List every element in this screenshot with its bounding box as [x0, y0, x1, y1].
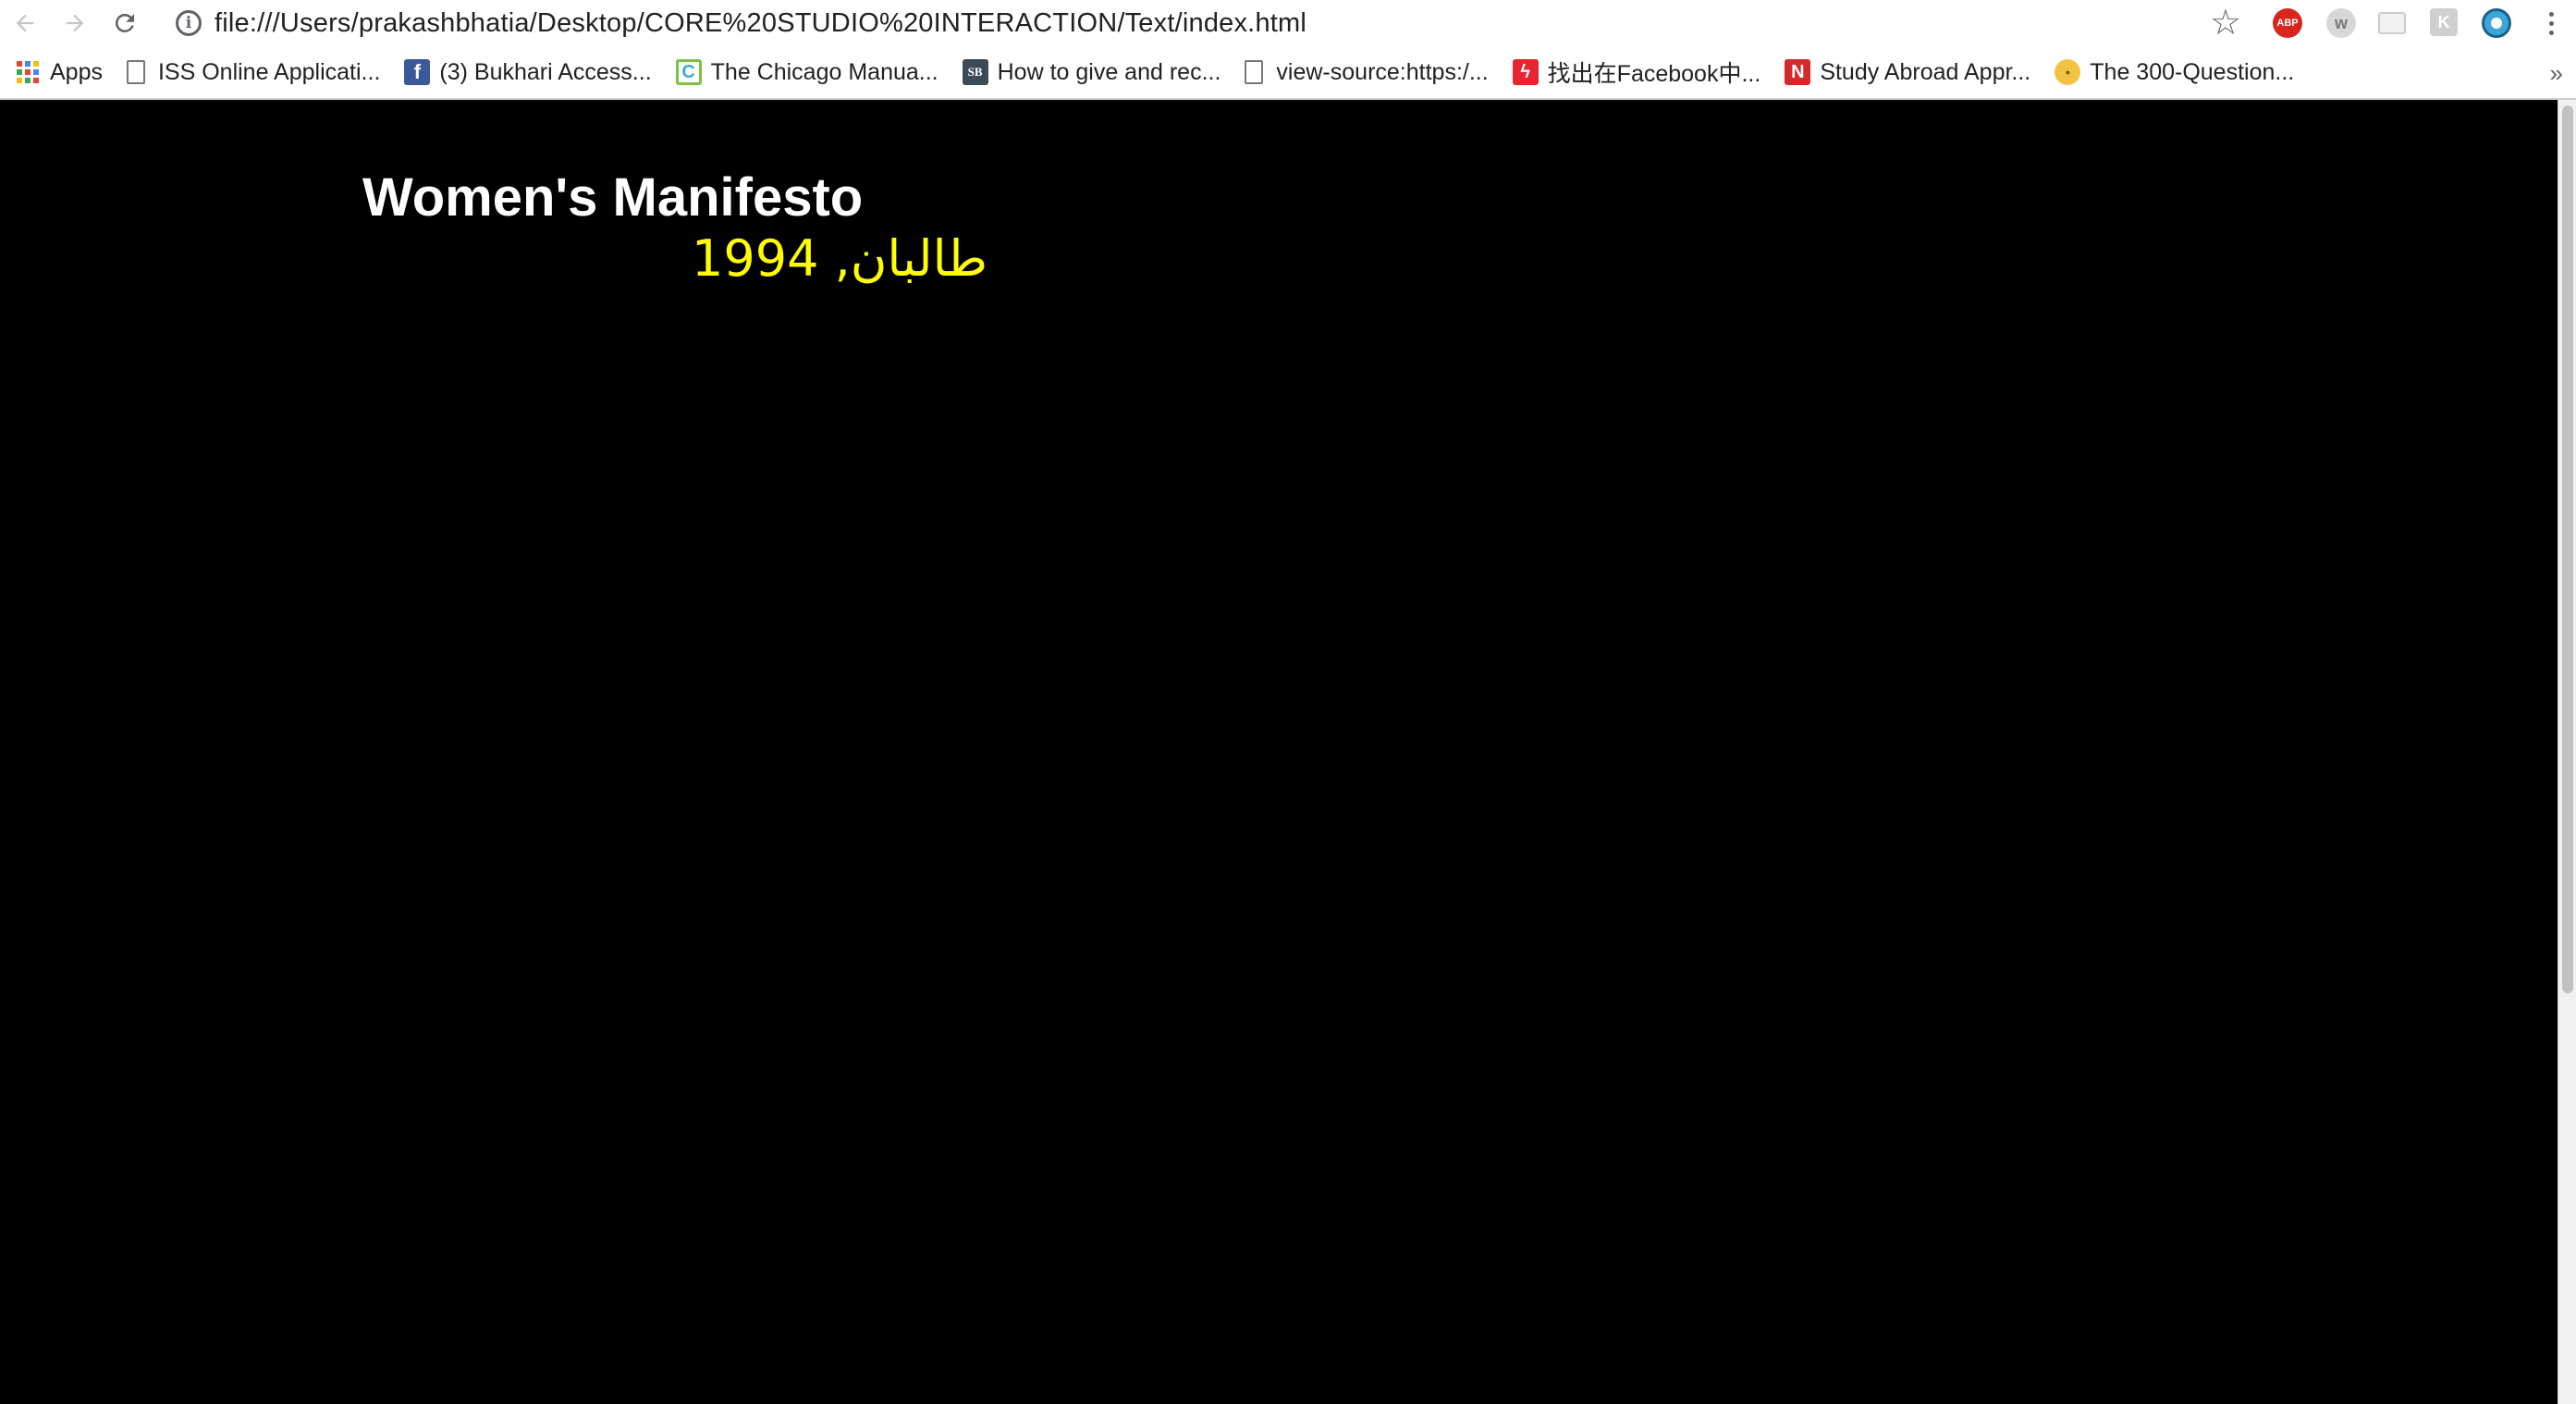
- scrollbar-thumb[interactable]: [2562, 105, 2573, 993]
- arrow-right-icon: [66, 14, 84, 32]
- k-extension-icon[interactable]: K: [2430, 8, 2458, 36]
- info-icon[interactable]: i: [176, 10, 202, 36]
- page-viewport: Women's Manifesto طالبان, 1994: [0, 100, 2558, 1404]
- bookmark-label: (3) Bukhari Access...: [439, 58, 652, 85]
- bookmark-300-question[interactable]: • The 300-Question...: [2055, 59, 2294, 86]
- adblock-plus-icon[interactable]: ABP: [2273, 8, 2302, 38]
- bookmark-star-icon[interactable]: ☆: [2210, 4, 2241, 43]
- bookmark-label: How to give and rec...: [997, 58, 1221, 85]
- page-icon: [1245, 60, 1264, 84]
- vertical-scrollbar[interactable]: [2558, 100, 2576, 1404]
- page-icon: [126, 60, 145, 84]
- bookmark-facebook-finder[interactable]: ϟ 找出在Facebook中...: [1512, 55, 1761, 89]
- bookmark-apps[interactable]: Apps: [15, 59, 103, 86]
- bookmark-iss-online[interactable]: ISS Online Applicati...: [126, 58, 381, 86]
- facebook-icon: f: [404, 59, 431, 85]
- page-subtitle: طالبان, 1994: [692, 229, 988, 288]
- arrow-left-icon: [16, 14, 34, 32]
- bookmark-label: ISS Online Applicati...: [157, 58, 381, 85]
- browser-toolbar: i file:///Users/prakashbhatia/Desktop/CO…: [0, 0, 2576, 46]
- reload-icon: [115, 13, 134, 32]
- address-bar[interactable]: i file:///Users/prakashbhatia/Desktop/CO…: [165, 2, 2236, 44]
- bookmark-label: 找出在Facebook中...: [1547, 61, 1761, 87]
- blank-extension-icon[interactable]: [2378, 12, 2406, 34]
- back-button[interactable]: [0, 0, 50, 46]
- bookmark-label: Apps: [50, 58, 103, 85]
- bookmarks-bar: Apps ISS Online Applicati... f (3) Bukha…: [0, 46, 2576, 100]
- chicago-manual-icon: C: [675, 59, 702, 85]
- eye-extension-icon[interactable]: [2482, 8, 2511, 38]
- bookmark-bukhari[interactable]: f (3) Bukhari Access...: [404, 58, 652, 86]
- reload-button[interactable]: [100, 0, 150, 46]
- bookmark-how-to-give[interactable]: SB How to give and rec...: [962, 58, 1221, 86]
- kebab-menu-icon[interactable]: [2537, 5, 2565, 42]
- bookmark-label: The Chicago Manua...: [710, 58, 938, 85]
- sb-icon: SB: [962, 59, 988, 85]
- lightbulb-icon: •: [2055, 59, 2081, 85]
- bookmark-chicago-manual[interactable]: C The Chicago Manua...: [675, 58, 938, 86]
- flash-icon: ϟ: [1512, 59, 1539, 85]
- page-title: Women's Manifesto: [362, 167, 864, 228]
- w-extension-icon[interactable]: w: [2326, 8, 2356, 38]
- url-text[interactable]: file:///Users/prakashbhatia/Desktop/CORE…: [215, 8, 1306, 39]
- bookmark-study-abroad[interactable]: N Study Abroad Appr...: [1785, 59, 2030, 86]
- bookmark-label: Study Abroad Appr...: [1820, 58, 2031, 85]
- bookmark-label: view-source:https:/...: [1276, 58, 1489, 85]
- more-bookmarks-icon[interactable]: »: [2550, 59, 2563, 88]
- n-icon: N: [1785, 59, 1811, 85]
- bookmark-label: The 300-Question...: [2090, 58, 2295, 85]
- apps-grid-icon: [15, 59, 41, 85]
- forward-button[interactable]: [50, 0, 100, 46]
- bookmark-view-source[interactable]: view-source:https:/...: [1245, 58, 1489, 86]
